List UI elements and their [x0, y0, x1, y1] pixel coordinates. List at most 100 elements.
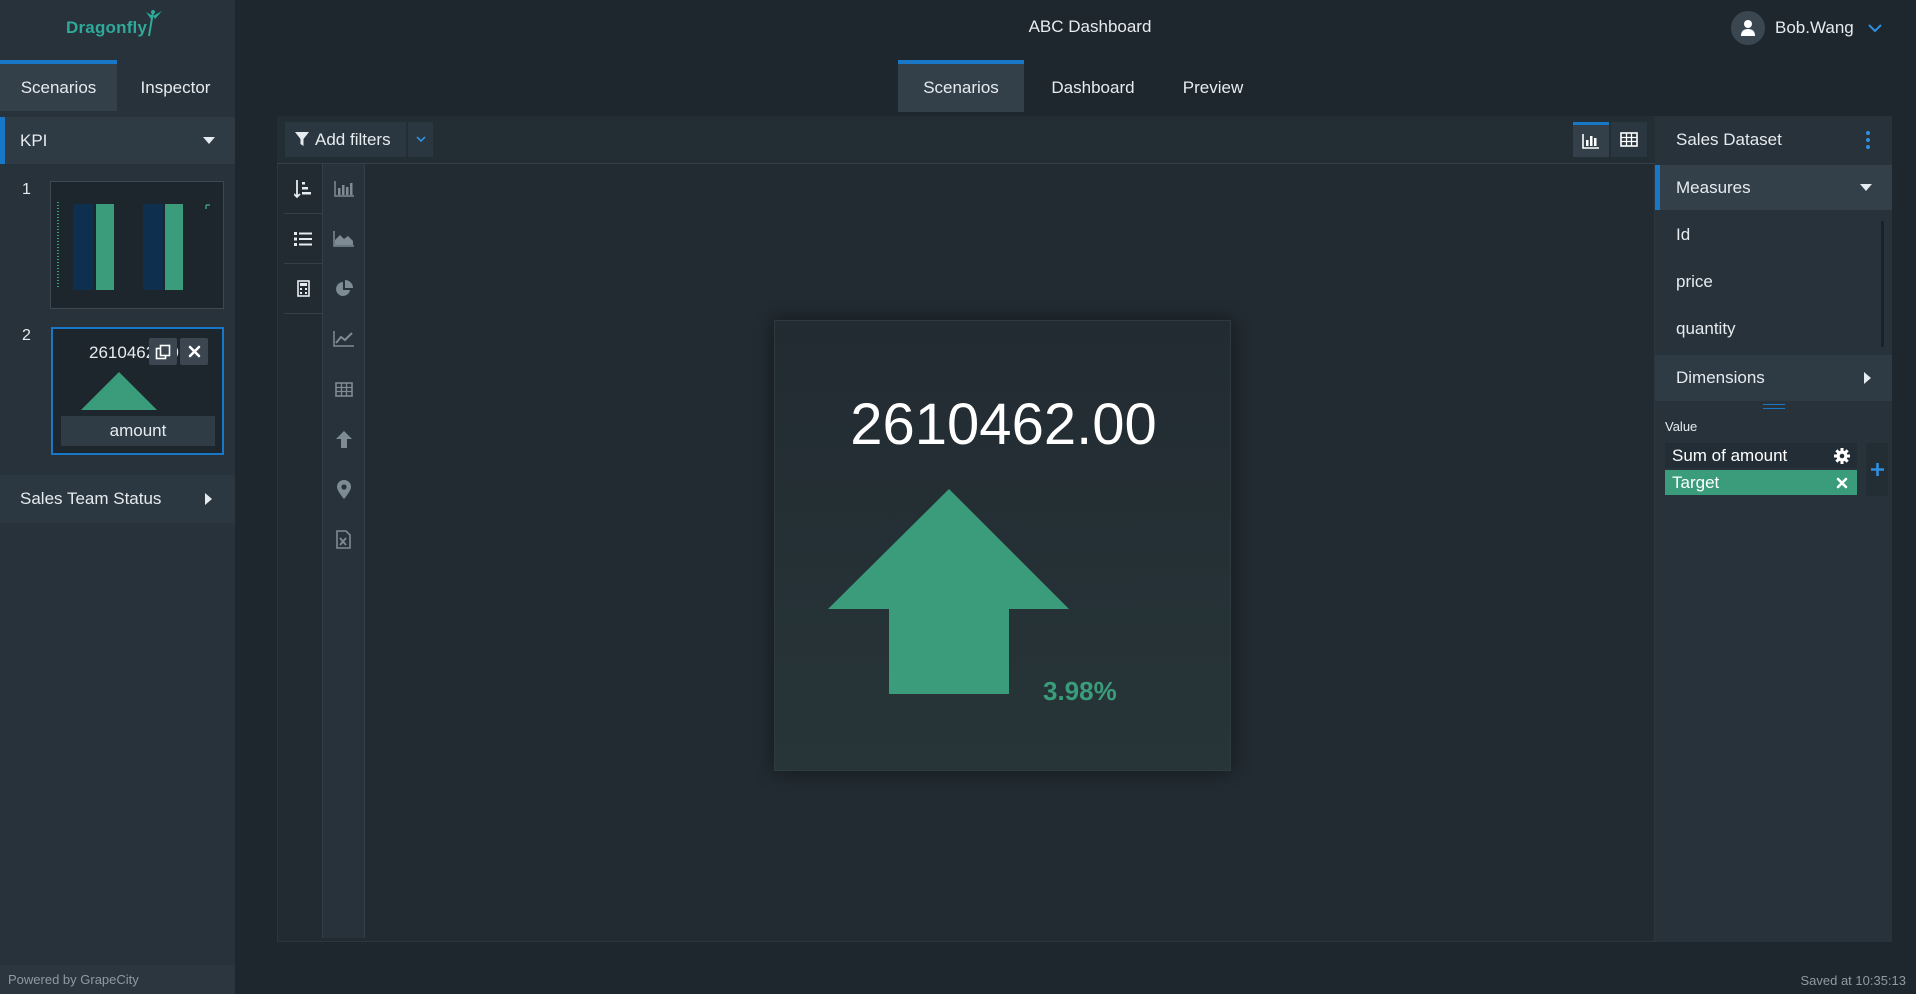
page-title: ABC Dashboard — [1028, 17, 1152, 36]
measures-label: Measures — [1676, 177, 1751, 197]
calculator-icon — [296, 280, 310, 297]
scenario-thumbnail-2[interactable]: 2610462.00 amount — [51, 327, 224, 455]
duplicate-button[interactable] — [149, 338, 177, 365]
add-filters-dropdown[interactable] — [408, 122, 433, 157]
view-toggle — [1571, 122, 1647, 157]
more-vertical-icon[interactable] — [1866, 131, 1870, 149]
line-chart-icon — [333, 331, 354, 347]
area-chart-button[interactable] — [323, 214, 364, 264]
main-tabs: Scenarios Dashboard Preview — [898, 60, 1264, 112]
calculator-button[interactable] — [284, 264, 322, 314]
field-price[interactable]: price — [1676, 272, 1713, 292]
chart-type-tools — [322, 164, 365, 938]
sort-button[interactable] — [284, 164, 322, 214]
scrollbar[interactable] — [1881, 221, 1884, 347]
thumbnail-number: 2 — [22, 327, 31, 344]
excel-icon — [336, 529, 351, 549]
user-menu[interactable]: Bob.Wang — [1731, 10, 1882, 46]
user-name: Bob.Wang — [1775, 18, 1854, 37]
logo: Dragonfly — [66, 8, 163, 48]
data-tools — [284, 164, 322, 318]
value-well: Value Sum of amount Target — [1655, 411, 1892, 506]
filter-bar: Add filters — [277, 116, 1655, 164]
tab-preview[interactable]: Preview — [1162, 60, 1264, 112]
dimensions-label: Dimensions — [1676, 368, 1765, 387]
close-icon[interactable] — [1833, 474, 1850, 491]
tab-scenarios[interactable]: Scenarios — [0, 60, 117, 111]
section-sales-team-status[interactable]: Sales Team Status — [0, 475, 235, 523]
add-filters-button[interactable]: Add filters — [285, 122, 406, 157]
kpi-change-percent: 3.98% — [1043, 676, 1117, 706]
dataset-title: Sales Dataset — [1676, 130, 1782, 149]
value-chip-target[interactable]: Target — [1665, 470, 1857, 495]
section-kpi[interactable]: KPI — [0, 117, 235, 164]
kpi-arrow-icon — [335, 430, 352, 448]
bar-chart-button[interactable] — [323, 164, 364, 214]
caret-right-icon — [1864, 372, 1871, 384]
line-chart-button[interactable] — [323, 314, 364, 364]
saved-status: Saved at 10:35:13 — [1800, 973, 1906, 988]
tab-inspector[interactable]: Inspector — [117, 60, 234, 111]
plus-icon — [1870, 463, 1884, 476]
caret-right-icon — [205, 493, 212, 505]
pie-chart-button[interactable] — [323, 264, 364, 314]
bar-chart-thumbnail — [57, 202, 210, 290]
map-pin-icon — [336, 479, 351, 499]
duplicate-icon — [155, 344, 171, 359]
powered-by: Powered by GrapeCity — [0, 965, 235, 994]
add-value-button[interactable] — [1866, 443, 1888, 496]
add-filters-label: Add filters — [315, 129, 391, 149]
logo-text: Dragonfly — [66, 18, 148, 37]
dragonfly-logo-icon — [146, 10, 163, 37]
field-quantity[interactable]: quantity — [1676, 319, 1736, 339]
section-kpi-label: KPI — [20, 130, 48, 150]
filter-icon — [295, 132, 309, 146]
table-view-icon — [1620, 132, 1638, 147]
chevron-down-icon — [415, 136, 426, 143]
table-icon — [334, 381, 353, 397]
chip-label: Target — [1672, 472, 1720, 492]
sort-icon — [294, 179, 311, 198]
dataset-panel: Sales Dataset Measures Id price quantity… — [1655, 116, 1892, 942]
list-icon — [294, 231, 312, 246]
value-label: Value — [1665, 419, 1698, 434]
resize-handle[interactable] — [1763, 404, 1785, 409]
value-chip-sum-of-amount[interactable]: Sum of amount — [1665, 443, 1857, 468]
area-chart-icon — [333, 231, 354, 247]
avatar — [1731, 11, 1765, 45]
kpi-button[interactable] — [323, 414, 364, 464]
tab-dashboard[interactable]: Dashboard — [1024, 60, 1162, 112]
kpi-up-arrow-icon — [828, 489, 1069, 694]
dataset-header: Sales Dataset — [1655, 116, 1892, 164]
gear-icon[interactable] — [1833, 447, 1850, 464]
pie-chart-icon — [335, 280, 353, 296]
scenario-thumbnail-1[interactable] — [50, 181, 224, 309]
chart-view-icon — [1582, 134, 1599, 149]
chevron-down-icon — [1868, 23, 1882, 32]
left-tabs: Scenarios Inspector — [0, 60, 235, 111]
caret-down-icon — [203, 137, 215, 144]
measures-header[interactable]: Measures — [1655, 165, 1892, 210]
kpi-value: 2610462.00 — [850, 392, 1157, 457]
bar-chart-icon — [333, 181, 354, 197]
field-id[interactable]: Id — [1676, 225, 1690, 245]
table-view-button[interactable] — [1611, 122, 1647, 157]
tab-scenarios-main[interactable]: Scenarios — [898, 60, 1024, 112]
chart-view-button[interactable] — [1573, 122, 1609, 157]
dimensions-header[interactable]: Dimensions — [1655, 355, 1892, 401]
thumbnail-caption: amount — [61, 416, 215, 446]
close-icon — [188, 345, 200, 358]
excel-button[interactable] — [323, 514, 364, 564]
left-panel: Dragonfly Scenarios Inspector KPI 1 2 26… — [0, 0, 235, 994]
kpi-card[interactable]: 2610462.00 3.98% — [774, 320, 1231, 771]
user-icon — [1741, 20, 1755, 36]
kpi-up-arrow-icon — [81, 372, 157, 410]
table-button[interactable] — [323, 364, 364, 414]
remove-button[interactable] — [180, 338, 208, 365]
caret-down-icon — [1860, 184, 1872, 191]
chip-label: Sum of amount — [1672, 445, 1788, 465]
map-button[interactable] — [323, 464, 364, 514]
thumbnail-number: 1 — [22, 181, 31, 198]
list-button[interactable] — [284, 214, 322, 264]
section-sales-team-status-label: Sales Team Status — [20, 489, 162, 508]
